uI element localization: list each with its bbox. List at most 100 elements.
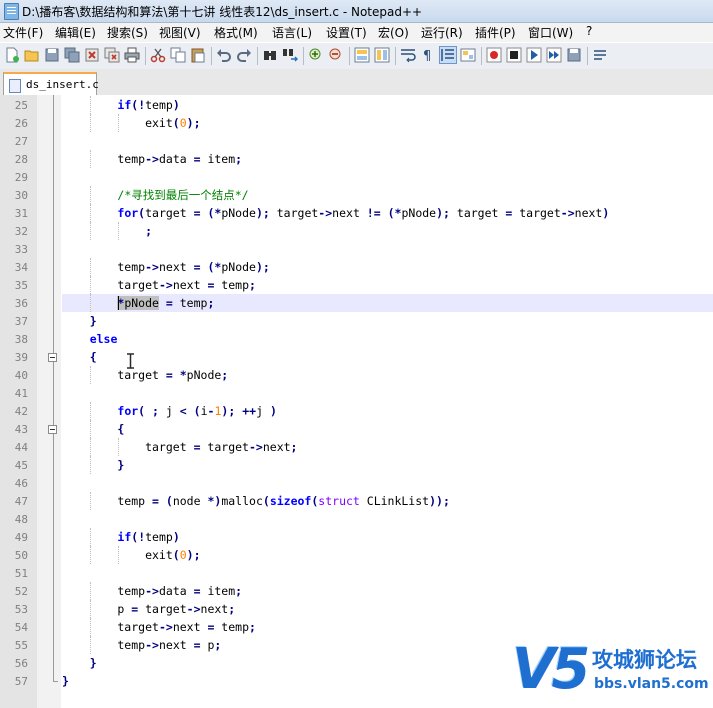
tab-label: ds_insert.c: [26, 78, 99, 91]
menu-edit[interactable]: 编辑(E): [55, 24, 96, 41]
line-number: 42: [14, 405, 28, 418]
indent-guide: [90, 618, 92, 636]
indent-guide: [90, 150, 92, 168]
indent-guide: [118, 222, 120, 240]
save-macro-icon[interactable]: [566, 47, 582, 63]
close-icon[interactable]: [84, 47, 100, 63]
code-line[interactable]: exit(0);: [62, 546, 713, 564]
watermark-site-name: 攻城狮论坛: [592, 648, 697, 672]
code-line[interactable]: target->next = temp;: [62, 618, 713, 636]
new-file-icon[interactable]: [4, 47, 20, 63]
redo-icon[interactable]: [236, 47, 252, 63]
code-line[interactable]: temp->data = item;: [62, 150, 713, 168]
tab-ds-insert[interactable]: ds_insert.c: [3, 72, 99, 97]
code-line[interactable]: target->next = temp;: [62, 276, 713, 294]
toolbar-separator: [481, 47, 482, 65]
indent-guide: [90, 528, 92, 546]
indent-guide: [90, 600, 92, 618]
code-line[interactable]: [62, 168, 713, 186]
code-line[interactable]: *pNode = temp;: [62, 294, 713, 312]
menu-view[interactable]: 视图(V): [159, 24, 201, 41]
menu-window[interactable]: 窗口(W): [528, 24, 573, 41]
code-line[interactable]: [62, 132, 713, 150]
code-line[interactable]: }: [62, 456, 713, 474]
menu-run[interactable]: 运行(R): [421, 24, 463, 41]
code-line[interactable]: [62, 474, 713, 492]
code-line[interactable]: }: [62, 312, 713, 330]
sync-h-icon[interactable]: [374, 47, 390, 63]
code-line[interactable]: temp->data = item;: [62, 582, 713, 600]
code-line[interactable]: {: [62, 348, 713, 366]
line-number: 41: [14, 387, 28, 400]
code-line[interactable]: [62, 564, 713, 582]
fold-collapse-icon[interactable]: [48, 425, 57, 434]
code-line[interactable]: [62, 384, 713, 402]
toolbar-separator: [587, 47, 588, 65]
copy-icon[interactable]: [170, 47, 186, 63]
menu-file[interactable]: 文件(F): [3, 24, 43, 41]
run-icon[interactable]: [592, 47, 608, 63]
menu-macro[interactable]: 宏(O): [378, 24, 409, 41]
find-icon[interactable]: [262, 47, 278, 63]
close-all-icon[interactable]: [104, 47, 120, 63]
show-all-chars-icon[interactable]: ¶: [420, 47, 436, 63]
undo-icon[interactable]: [216, 47, 232, 63]
code-line[interactable]: [62, 510, 713, 528]
zoom-in-icon[interactable]: [308, 47, 324, 63]
code-line[interactable]: [62, 240, 713, 258]
code-line[interactable]: {: [62, 420, 713, 438]
play-macro-icon[interactable]: [526, 47, 542, 63]
line-number-gutter: 25 26 27 28 29 30 31 32 33 34 35 36 37 38 39 40 41 42 43 44…: [0, 95, 37, 708]
zoom-out-icon[interactable]: [328, 47, 344, 63]
code-line[interactable]: else: [62, 330, 713, 348]
code-line[interactable]: temp->next = (*pNode);: [62, 258, 713, 276]
menu-format[interactable]: 格式(M): [214, 24, 258, 41]
line-number: 51: [14, 567, 28, 580]
code-line[interactable]: if(!temp): [62, 528, 713, 546]
menu-settings[interactable]: 设置(T): [326, 24, 367, 41]
replace-icon[interactable]: [282, 47, 298, 63]
line-number: 31: [14, 207, 28, 220]
menu-language[interactable]: 语言(L): [272, 24, 312, 41]
open-file-icon[interactable]: [24, 47, 40, 63]
code-line[interactable]: temp = (node *)malloc(sizeof(struct CLin…: [62, 492, 713, 510]
code-line[interactable]: ;: [62, 222, 713, 240]
code-editor[interactable]: 25 26 27 28 29 30 31 32 33 34 35 36 37 38 39 40 41 42 43 44…: [0, 95, 713, 708]
menu-plugins[interactable]: 插件(P): [475, 24, 516, 41]
indent-guide: [90, 582, 92, 600]
code-line[interactable]: for( ; j < (i-1); ++j ): [62, 402, 713, 420]
window-title: D:\播布客\数据结构和算法\第十七讲 线性表12\ds_insert.c - …: [22, 5, 423, 19]
save-all-icon[interactable]: [64, 47, 80, 63]
indent-guide-icon[interactable]: [439, 46, 457, 64]
paste-icon[interactable]: [190, 47, 206, 63]
toolbar-separator: [257, 47, 258, 65]
print-icon[interactable]: [124, 47, 140, 63]
user-lang-icon[interactable]: [460, 47, 476, 63]
tab-bar: ds_insert.c: [0, 69, 713, 97]
line-number: 28: [14, 153, 28, 166]
save-icon[interactable]: [44, 47, 60, 63]
record-macro-icon[interactable]: [486, 47, 502, 63]
code-line[interactable]: /*寻找到最后一个结点*/: [62, 186, 713, 204]
sync-v-icon[interactable]: [354, 47, 370, 63]
code-line[interactable]: target = *pNode;: [62, 366, 713, 384]
watermark-url: bbs.vlan5.com: [594, 676, 709, 692]
menu-help[interactable]: ?: [586, 24, 592, 38]
word-wrap-icon[interactable]: [400, 47, 416, 63]
fold-margin[interactable]: [37, 95, 61, 708]
code-line[interactable]: exit(0);: [62, 114, 713, 132]
stop-record-icon[interactable]: [506, 47, 522, 63]
cut-icon[interactable]: [150, 47, 166, 63]
code-line[interactable]: if(!temp): [62, 96, 713, 114]
code-line[interactable]: for(target = (*pNode); target->next != (…: [62, 204, 713, 222]
line-number: 38: [14, 333, 28, 346]
toolbar-separator: [145, 47, 146, 65]
code-line[interactable]: p = target->next;: [62, 600, 713, 618]
code-line[interactable]: target = target->next;: [62, 438, 713, 456]
play-multiple-icon[interactable]: [546, 47, 562, 63]
menu-search[interactable]: 搜索(S): [107, 24, 148, 41]
line-number: 44: [14, 441, 28, 454]
fold-collapse-icon[interactable]: [48, 353, 57, 362]
line-number: 50: [14, 549, 28, 562]
indent-guide: [90, 456, 92, 474]
